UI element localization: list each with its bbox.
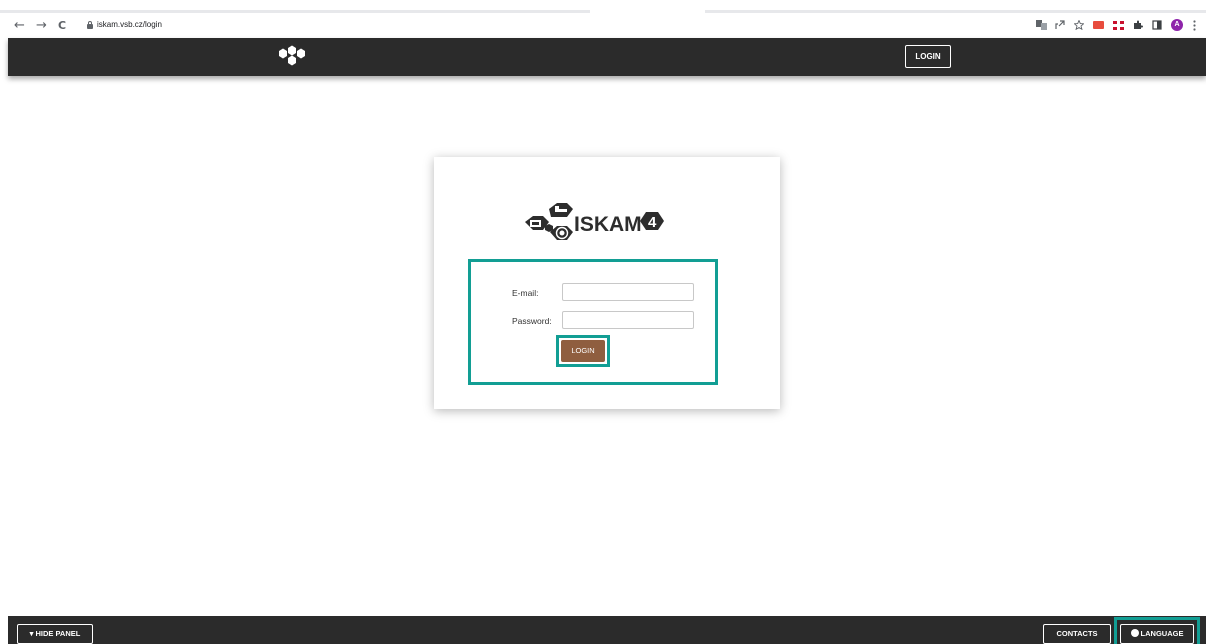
lock-icon[interactable]: [87, 21, 93, 29]
profile-avatar[interactable]: A: [1171, 19, 1183, 31]
back-icon[interactable]: ←: [14, 19, 25, 33]
side-panel-icon[interactable]: [1152, 20, 1162, 30]
email-label: E-mail:: [512, 288, 539, 298]
reload-icon[interactable]: C: [58, 19, 66, 33]
login-submit-button[interactable]: LOGIN: [561, 340, 605, 362]
brand-name: ISKAM: [574, 213, 642, 236]
translate-icon[interactable]: [1036, 20, 1047, 30]
globe-icon: [1130, 629, 1139, 637]
bookmark-star-icon[interactable]: [1073, 19, 1085, 31]
kebab-menu-icon[interactable]: [1192, 20, 1196, 31]
bottom-panel: ▾ HIDE PANEL CONTACTS LANGUAGE: [8, 616, 1206, 644]
share-icon[interactable]: [1055, 20, 1065, 30]
extensions-area: A: [1036, 18, 1196, 32]
login-card: ISKAM 4 E-mail: Password: LOGIN: [434, 157, 780, 409]
brand-version: 4: [648, 214, 657, 231]
hexagon-logo-icon[interactable]: [268, 45, 312, 69]
password-label: Password:: [512, 316, 552, 326]
header-login-button[interactable]: LOGIN: [905, 45, 951, 68]
language-label: LANGUAGE: [1140, 629, 1184, 638]
hide-panel-button[interactable]: ▾ HIDE PANEL: [17, 624, 93, 644]
top-navbar: LOGIN: [8, 38, 1206, 76]
password-field[interactable]: [562, 311, 694, 329]
puzzle-extensions-icon[interactable]: [1133, 20, 1143, 30]
language-button-highlight: LANGUAGE: [1114, 617, 1200, 644]
address-bar[interactable]: iskam.vsb.cz/login: [97, 20, 162, 30]
contacts-button[interactable]: CONTACTS: [1043, 624, 1111, 644]
active-tab-gap: [590, 8, 705, 14]
forward-icon[interactable]: →: [36, 19, 47, 33]
browser-toolbar: ← → C iskam.vsb.cz/login A: [0, 0, 1206, 38]
email-field[interactable]: [562, 283, 694, 301]
mail-extension-icon[interactable]: [1093, 21, 1104, 29]
language-button[interactable]: LANGUAGE: [1120, 624, 1194, 644]
login-button-highlight: LOGIN: [556, 335, 610, 367]
uk-flag-extension-icon[interactable]: [1113, 20, 1124, 30]
iskam-brand-logo: ISKAM 4: [522, 191, 692, 261]
